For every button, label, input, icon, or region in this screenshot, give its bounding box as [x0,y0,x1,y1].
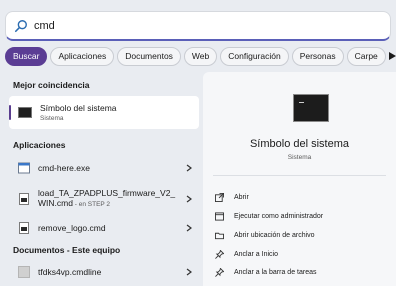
detail-title: Símbolo del sistema [249,138,350,150]
exe-file-icon [18,162,30,174]
action-label: Ejecutar como administrador [234,212,324,220]
list-item-label: load_TA_ZPADPLUS_firmware_V2_ [38,188,176,198]
filter-personas[interactable]: Personas [291,46,344,66]
filter-bar: Buscar Aplicaciones Documentos Web Confi… [5,46,396,66]
folder-icon [215,232,224,239]
search-bar[interactable] [5,11,391,41]
action-label: Anclar a Inicio [234,250,278,258]
selection-indicator [9,105,11,120]
action-run-as-admin[interactable]: Ejecutar como administrador [215,208,323,224]
section-documents: Documentos - Este equipo [13,245,121,255]
pin-icon [215,249,224,259]
list-item[interactable]: tfdks4vp.cmdline [9,261,199,283]
list-item[interactable]: load_TA_ZPADPLUS_firmware_V2_ WIN.cmd - … [9,184,199,214]
best-match-subtitle: Sistema [40,115,64,122]
chevron-right-icon[interactable] [185,195,193,203]
list-item-label: tfdks4vp.cmdline [38,267,102,277]
pin-icon [215,267,224,277]
section-apps: Aplicaciones [13,140,66,150]
document-icon [18,266,30,278]
results-panel: Mejor coincidencia Símbolo del sistema S… [5,72,199,286]
filter-carpetas[interactable]: Carpe [346,46,386,66]
list-item[interactable]: cmd-here.exe [9,157,199,179]
detail-subtitle: Sistema [287,154,312,161]
list-item-label: remove_logo.cmd [38,223,106,233]
action-label: Abrir [234,193,249,201]
chevron-right-icon[interactable] [185,164,193,172]
filter-web[interactable]: Web [183,46,218,66]
list-item[interactable]: remove_logo.cmd [9,217,199,239]
play-arrow-icon [388,52,396,60]
divider [213,175,386,176]
action-open-file-location[interactable]: Abrir ubicación de archivo [215,227,315,243]
list-item-location: - en STEP 2 [72,201,111,208]
action-label: Anclar a la barra de tareas [234,268,317,276]
action-pin-to-taskbar[interactable]: Anclar a la barra de tareas [215,264,317,280]
best-match-title: Símbolo del sistema [40,103,117,113]
command-prompt-icon [293,94,329,122]
cmd-file-icon [19,193,29,205]
filter-configuracion[interactable]: Configuración [220,46,289,66]
chevron-right-icon[interactable] [185,268,193,276]
search-icon [14,19,27,32]
more-filters-button[interactable] [388,47,396,66]
section-best-match: Mejor coincidencia [13,80,90,90]
best-match-item[interactable]: Símbolo del sistema Sistema [9,96,199,129]
command-prompt-icon [18,107,32,118]
action-label: Abrir ubicación de archivo [234,231,315,239]
search-input[interactable] [34,19,354,32]
open-external-icon [215,192,224,202]
filter-buscar[interactable]: Buscar [5,46,48,66]
shield-window-icon [215,211,224,221]
action-open[interactable]: Abrir [215,189,249,205]
action-pin-to-start[interactable]: Anclar a Inicio [215,246,278,262]
cmd-file-icon [19,222,29,234]
chevron-right-icon[interactable] [185,224,193,232]
detail-panel: Símbolo del sistema Sistema Abrir Ejecut… [203,72,396,286]
filter-documentos[interactable]: Documentos [117,46,181,66]
filter-aplicaciones[interactable]: Aplicaciones [50,46,115,66]
list-item-label-cont: WIN.cmd [38,198,73,208]
list-item-label: cmd-here.exe [38,163,90,173]
